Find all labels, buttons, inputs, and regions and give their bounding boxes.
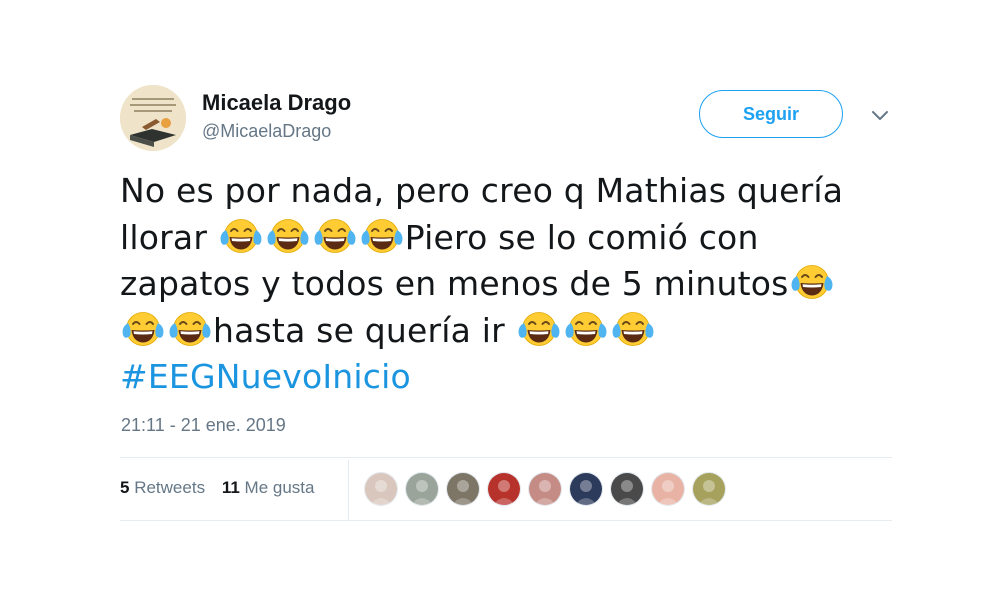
- liker-avatar[interactable]: [487, 472, 521, 506]
- user-avatar-icon: [406, 473, 438, 505]
- emoji-group: [516, 309, 656, 349]
- liker-avatar[interactable]: [446, 472, 480, 506]
- user-avatar-icon: [570, 473, 602, 505]
- liker-avatar[interactable]: [405, 472, 439, 506]
- liker-avatar[interactable]: [692, 472, 726, 506]
- tweet-text-line: #EEGNuevoInicio: [120, 354, 880, 401]
- user-avatar-icon: [529, 473, 561, 505]
- liker-avatar[interactable]: [610, 472, 644, 506]
- user-avatar-icon: [693, 473, 725, 505]
- tweet-text-segment: zapatos y todos en menos de 5 minutos: [120, 264, 789, 303]
- tweet-text-segment: llorar: [120, 217, 218, 257]
- tweet-card: Micaela Drago @MicaelaDrago Seguir No es…: [0, 0, 1000, 590]
- face-with-tears-of-joy-icon: [312, 216, 358, 256]
- emoji-group: [120, 309, 213, 349]
- emoji-group: [218, 216, 405, 256]
- hashtag-link[interactable]: #EEGNuevoInicio: [120, 357, 411, 396]
- liker-avatars: [364, 472, 726, 506]
- face-with-tears-of-joy-icon: [120, 309, 166, 349]
- divider: [120, 520, 892, 521]
- tweet-timestamp[interactable]: 21:11 - 21 ene. 2019: [121, 415, 286, 436]
- face-with-tears-of-joy-icon: [167, 309, 213, 349]
- likes-count: 11: [221, 478, 240, 497]
- tweet-text-line: hasta se quería ir: [120, 308, 880, 355]
- follow-button[interactable]: Seguir: [699, 90, 843, 138]
- tweet-stats: 5 Retweets 11 Me gusta: [120, 478, 326, 498]
- user-avatar-icon: [365, 473, 397, 505]
- tweet-text-line: zapatos y todos en menos de 5 minutos: [120, 261, 880, 308]
- user-avatar-icon: [488, 473, 520, 505]
- liker-avatar[interactable]: [569, 472, 603, 506]
- tweet-text-segment: No es por nada, pero creo q Mathias quer…: [120, 171, 844, 210]
- likes-stat[interactable]: 11 Me gusta: [222, 478, 315, 497]
- user-avatar-icon: [652, 473, 684, 505]
- face-with-tears-of-joy-icon: [359, 216, 405, 256]
- liker-avatar[interactable]: [651, 472, 685, 506]
- user-avatar[interactable]: [120, 85, 186, 151]
- stats-divider: [348, 460, 349, 520]
- tweet-text-segment: Piero se lo comió con: [404, 217, 759, 257]
- user-handle[interactable]: @MicaelaDrago: [202, 121, 331, 142]
- liker-avatar[interactable]: [364, 472, 398, 506]
- face-with-tears-of-joy-icon: [516, 309, 562, 349]
- tweet-text-segment: hasta se quería ir: [213, 310, 516, 350]
- face-with-tears-of-joy-icon: [610, 309, 656, 349]
- user-avatar-icon: [447, 473, 479, 505]
- liker-avatar[interactable]: [528, 472, 562, 506]
- face-with-tears-of-joy-icon: [265, 216, 311, 256]
- user-avatar-icon: [611, 473, 643, 505]
- face-with-tears-of-joy-icon: [218, 216, 264, 256]
- user-display-name[interactable]: Micaela Drago: [202, 90, 351, 116]
- face-with-tears-of-joy-icon: [789, 262, 835, 302]
- chevron-down-icon[interactable]: [868, 104, 892, 128]
- tweet-text-line: No es por nada, pero creo q Mathias quer…: [120, 168, 880, 215]
- retweets-count: 5: [120, 478, 130, 497]
- face-with-tears-of-joy-icon: [563, 309, 609, 349]
- tweet-text-line: llorar Piero se lo comió con: [120, 215, 880, 262]
- book-quote-avatar-icon: [120, 85, 186, 151]
- likes-label: Me gusta: [244, 478, 315, 497]
- tweet-text: No es por nada, pero creo q Mathias quer…: [120, 168, 880, 401]
- divider: [120, 457, 892, 458]
- emoji-group: [789, 262, 835, 302]
- retweets-label: Retweets: [134, 478, 206, 497]
- retweets-stat[interactable]: 5 Retweets: [120, 478, 205, 497]
